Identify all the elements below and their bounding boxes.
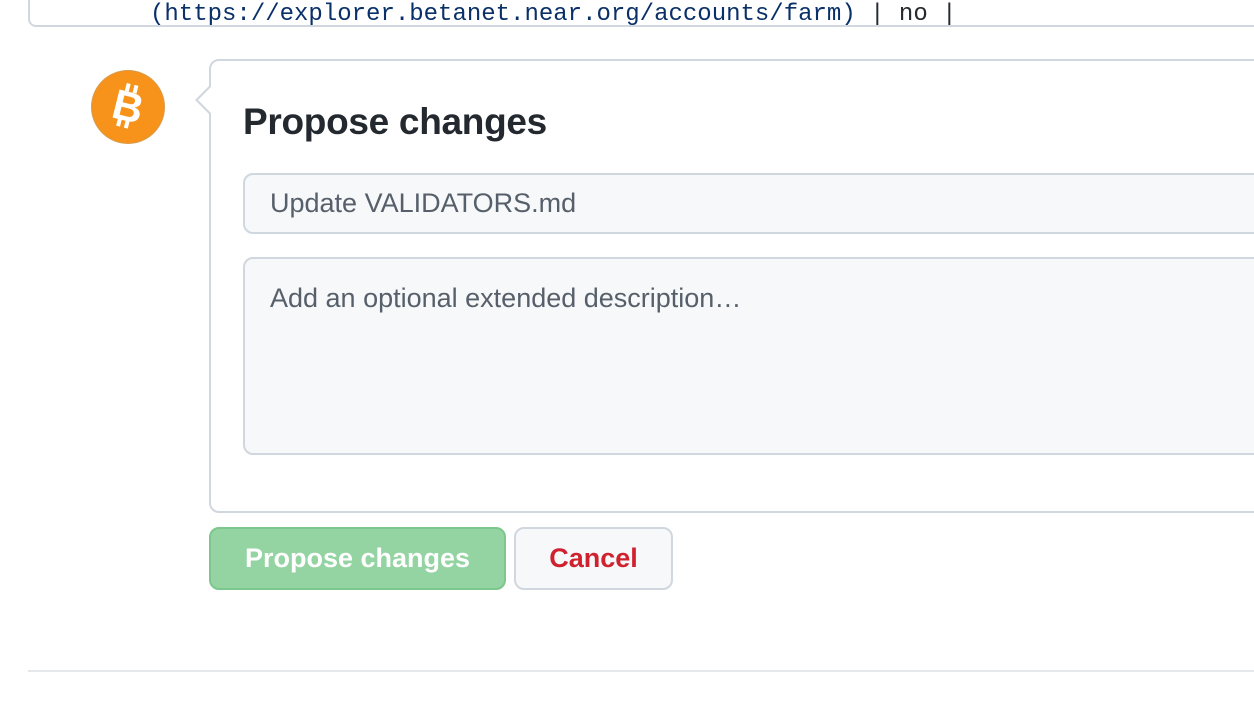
file-editor-preview: (https://explorer.betanet.near.org/accou… xyxy=(28,0,1254,27)
cancel-button[interactable]: Cancel xyxy=(514,527,673,590)
commit-description-textarea[interactable] xyxy=(243,257,1254,455)
bitcoin-icon: B xyxy=(108,80,149,133)
propose-changes-button[interactable]: Propose changes xyxy=(209,527,506,590)
editor-link-text: (https://explorer.betanet.near.org/accou… xyxy=(150,1,856,27)
editor-trailing-text: | no | xyxy=(855,1,957,27)
card-pointer-fill xyxy=(198,86,212,114)
propose-changes-page: (https://explorer.betanet.near.org/accou… xyxy=(0,0,1254,718)
editor-code-line: (https://explorer.betanet.near.org/accou… xyxy=(150,1,957,27)
commit-summary-input[interactable] xyxy=(243,173,1254,234)
avatar[interactable]: B xyxy=(92,71,164,143)
section-divider xyxy=(28,670,1254,672)
form-title: Propose changes xyxy=(243,101,547,142)
